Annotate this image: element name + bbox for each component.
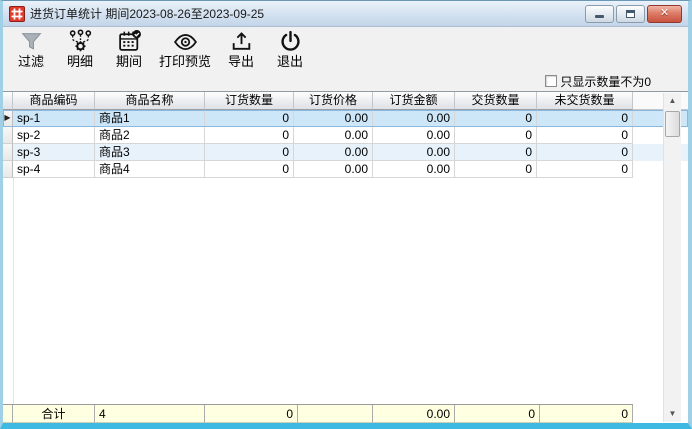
cell-delivered-qty: 0 [455,144,537,161]
window-title: 进货订单统计 期间2023-08-26至2023-09-25 [30,5,264,22]
table-row[interactable]: ▶ sp-1 商品1 0 0.00 0.00 0 0 [3,110,688,127]
cell-order-qty: 0 [205,127,294,144]
data-grid: 商品编码 商品名称 订货数量 订货价格 订货金额 交货数量 未交货数量 ▶ sp… [3,91,688,423]
detail-button[interactable]: 明细 [58,28,102,69]
header-undelivered-qty[interactable]: 未交货数量 [537,92,633,110]
minimize-button[interactable] [585,5,614,23]
cell-order-qty: 0 [205,110,294,127]
print-preview-button[interactable]: 打印预览 [156,28,214,69]
cell-product-code: sp-2 [13,127,95,144]
filter-icon [19,29,44,54]
app-window: 进货订单统计 期间2023-08-26至2023-09-25 ✕ 过滤 明细 [0,0,692,429]
cell-product-name: 商品3 [95,144,205,161]
tool-label: 导出 [228,54,254,69]
total-indicator [3,405,13,423]
cell-undelivered-qty: 0 [537,144,633,161]
cell-product-name: 商品4 [95,161,205,178]
vertical-scrollbar[interactable]: ▲ ▼ [663,93,681,422]
tool-label: 过滤 [18,54,44,69]
cell-order-amount: 0.00 [373,127,455,144]
row-indicator: ▶ [3,110,13,127]
cell-delivered-qty: 0 [455,127,537,144]
exit-button[interactable]: 退出 [268,28,312,69]
header-product-code[interactable]: 商品编码 [13,92,95,110]
header-order-qty[interactable]: 订货数量 [205,92,294,110]
scroll-down-button[interactable]: ▼ [664,406,681,422]
totals-row: 合计 4 0 0.00 0 0 [3,404,633,423]
nonzero-filter-checkbox[interactable] [545,75,557,87]
close-button[interactable]: ✕ [647,5,682,23]
header-indicator [3,92,13,110]
export-button[interactable]: 导出 [219,28,263,69]
cell-order-amount: 0.00 [373,144,455,161]
header-delivered-qty[interactable]: 交货数量 [455,92,537,110]
cell-undelivered-qty: 0 [537,161,633,178]
row-indicator [3,127,13,144]
cell-order-amount: 0.00 [373,110,455,127]
scroll-up-button[interactable]: ▲ [664,93,681,109]
period-button[interactable]: 期间 [107,28,151,69]
options-row: 只显示数量不为0 [3,71,688,91]
cell-order-amount: 0.00 [373,161,455,178]
scroll-up-icon: ▲ [669,97,677,105]
cell-order-price: 0.00 [294,161,373,178]
print-preview-eye-icon [173,29,198,54]
cell-delivered-qty: 0 [455,110,537,127]
cell-undelivered-qty: 0 [537,110,633,127]
cell-product-code: sp-3 [13,144,95,161]
table-row[interactable]: sp-3 商品3 0 0.00 0.00 0 0 [3,144,688,161]
total-order-price [298,405,373,423]
total-row-count: 4 [95,405,205,423]
detail-icon [68,29,93,54]
tool-label: 退出 [277,54,303,69]
cell-order-price: 0.00 [294,110,373,127]
header-product-name[interactable]: 商品名称 [95,92,205,110]
close-icon: ✕ [660,8,669,19]
header-order-price[interactable]: 订货价格 [294,92,373,110]
total-label: 合计 [13,405,95,423]
tool-label: 期间 [116,54,142,69]
cell-product-code: sp-1 [13,110,95,127]
minimize-icon [595,15,604,18]
indicator-column-line [13,178,14,404]
period-calendar-icon [117,29,142,54]
scroll-down-icon: ▼ [669,410,677,418]
total-undelivered-qty: 0 [540,405,633,423]
tool-label: 明细 [67,54,93,69]
grid-header: 商品编码 商品名称 订货数量 订货价格 订货金额 交货数量 未交货数量 [3,92,688,110]
window-controls: ✕ [585,5,684,23]
cell-order-qty: 0 [205,144,294,161]
row-indicator [3,144,13,161]
header-order-amount[interactable]: 订货金额 [373,92,455,110]
maximize-icon [626,10,635,18]
total-order-amount: 0.00 [373,405,455,423]
titlebar[interactable]: 进货订单统计 期间2023-08-26至2023-09-25 ✕ [3,1,688,27]
cell-order-price: 0.00 [294,144,373,161]
exit-power-icon [278,29,303,54]
row-indicator [3,161,13,178]
total-order-qty: 0 [205,405,298,423]
toolbar: 过滤 明细 期间 [3,27,688,71]
cell-product-name: 商品1 [95,110,205,127]
table-row[interactable]: sp-4 商品4 0 0.00 0.00 0 0 [3,161,688,178]
nonzero-filter-label: 只显示数量不为0 [560,73,651,90]
filter-button[interactable]: 过滤 [9,28,53,69]
maximize-button[interactable] [616,5,645,23]
cell-delivered-qty: 0 [455,161,537,178]
total-delivered-qty: 0 [455,405,540,423]
scrollbar-thumb[interactable] [665,111,680,137]
cell-order-qty: 0 [205,161,294,178]
tool-label: 打印预览 [159,54,211,69]
cell-order-price: 0.00 [294,127,373,144]
cell-undelivered-qty: 0 [537,127,633,144]
export-icon [229,29,254,54]
app-logo-icon [9,6,25,22]
cell-product-code: sp-4 [13,161,95,178]
cell-product-name: 商品2 [95,127,205,144]
table-row[interactable]: sp-2 商品2 0 0.00 0.00 0 0 [3,127,688,144]
